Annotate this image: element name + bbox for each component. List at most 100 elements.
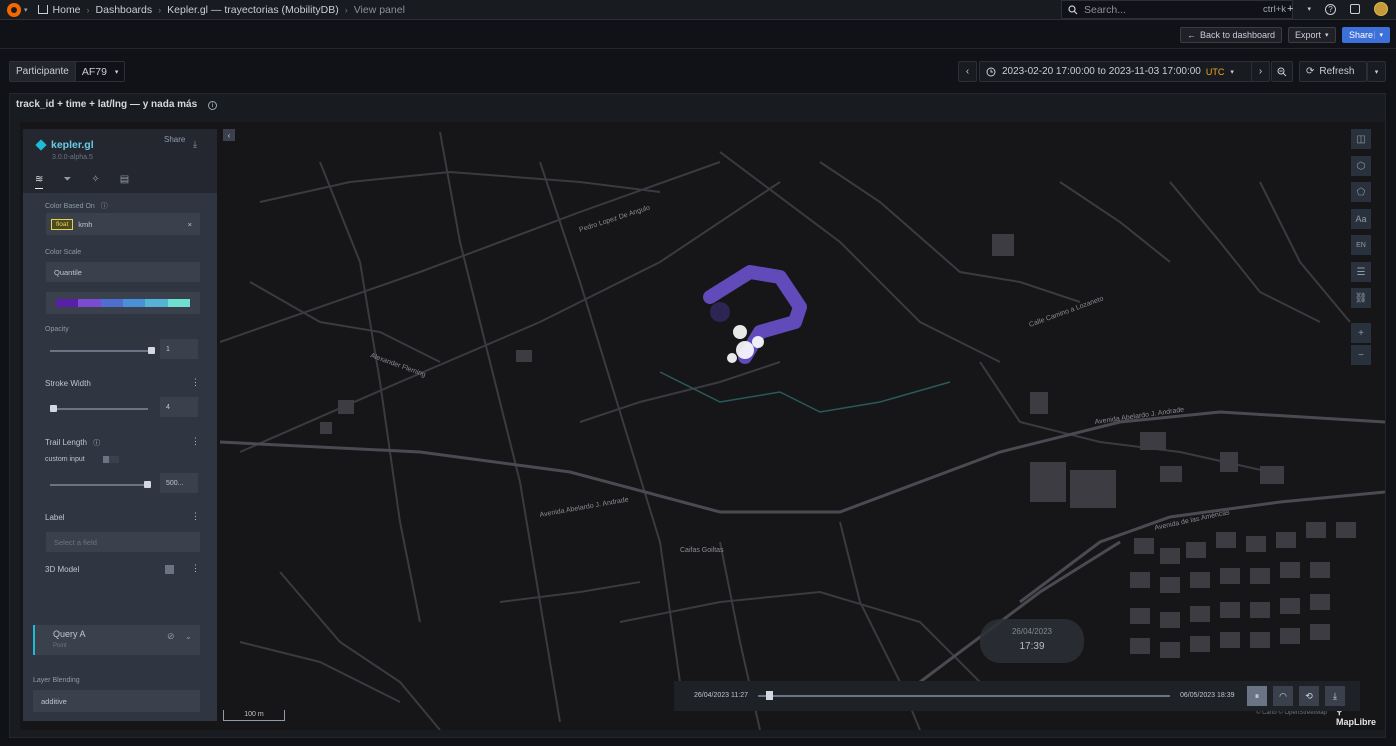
trail-length-slider[interactable] xyxy=(50,484,148,486)
time-back-button[interactable]: ‹ xyxy=(958,61,977,82)
clock-icon xyxy=(986,67,996,76)
breadcrumb-dashboards[interactable]: Dashboards xyxy=(96,4,153,16)
time-range-picker[interactable]: 2023-02-20 17:00:00 to 2023-11-03 17:00:… xyxy=(979,61,1253,82)
label-field-select[interactable]: Select a field xyxy=(46,532,200,552)
panel-title-text: track_id + time + lat/lng — y nada más xyxy=(16,99,198,110)
color-scale-select[interactable]: Quantile xyxy=(46,262,200,282)
avatar[interactable] xyxy=(1374,2,1388,16)
search-input[interactable]: Search... ctrl+k xyxy=(1061,0,1293,19)
timeline-end: 06/05/2023 18:39 xyxy=(1180,692,1235,699)
basemap-icon[interactable]: ▤ xyxy=(120,174,129,189)
opacity-label: Opacity xyxy=(45,326,69,333)
grafana-logo-icon[interactable] xyxy=(7,2,21,17)
palette-swatch xyxy=(145,299,168,307)
label-section-label: Label xyxy=(45,513,65,522)
top-navbar: ▾ Home › Dashboards › Kepler.gl — trayec… xyxy=(0,0,1396,20)
play-button[interactable]: ⏸ xyxy=(1247,686,1267,706)
more-options-icon[interactable]: ⋮ xyxy=(191,563,200,574)
participant-variable[interactable]: Participante AF79 ▾ xyxy=(9,61,126,82)
3d-view-button[interactable]: ⬡ xyxy=(1351,156,1371,176)
animation-window-button[interactable]: ⟲ xyxy=(1299,686,1319,706)
more-options-icon[interactable]: ⋮ xyxy=(191,436,200,447)
chevron-down-icon: ▾ xyxy=(1374,68,1379,76)
speed-button[interactable]: ◠ xyxy=(1273,686,1293,706)
participant-select[interactable]: AF79 ▾ xyxy=(75,62,125,81)
timeline-track[interactable] xyxy=(758,695,1170,697)
chevron-down-icon[interactable]: ▾ xyxy=(1307,5,1311,13)
color-based-on-label: Color Based On ⓘ xyxy=(45,201,108,211)
stroke-width-label: Stroke Width xyxy=(45,379,91,388)
refresh-icon: ⟳ xyxy=(1306,66,1315,77)
interactions-icon[interactable]: ✧ xyxy=(91,174,99,189)
3d-model-toggle[interactable] xyxy=(165,565,174,574)
layers-icon[interactable]: ≋ xyxy=(35,174,44,189)
info-icon[interactable]: ⓘ xyxy=(101,203,108,210)
refresh-button[interactable]: ⟳ Refresh xyxy=(1299,61,1367,82)
collapse-sidebar-button[interactable]: ‹ xyxy=(223,129,235,141)
custom-input-label: custom input xyxy=(45,456,85,463)
map-canvas[interactable]: Avenida Abelardo J. Andrade Avenida de l… xyxy=(20,122,1385,730)
home-icon[interactable] xyxy=(37,5,48,14)
stroke-width-slider[interactable] xyxy=(50,408,148,410)
filter-icon[interactable]: ⏷ xyxy=(63,174,71,189)
color-palette-select[interactable] xyxy=(46,292,200,314)
trail-length-slider-thumb[interactable] xyxy=(144,481,151,488)
stroke-width-input[interactable]: 4 xyxy=(160,397,198,417)
export-label: Export xyxy=(1295,30,1322,40)
timeline-start: 26/04/2023 11:27 xyxy=(694,692,748,699)
stroke-width-slider-thumb[interactable] xyxy=(50,405,57,412)
refresh-interval-dropdown[interactable]: ▾ xyxy=(1367,61,1386,82)
time-forward-button[interactable]: › xyxy=(1251,61,1270,82)
back-to-dashboard-button[interactable]: ← Back to dashboard xyxy=(1180,27,1283,43)
news-icon[interactable] xyxy=(1350,4,1360,14)
street-map: Avenida Abelardo J. Andrade Avenida de l… xyxy=(219,131,1385,730)
zoom-out-map-button[interactable]: − xyxy=(1351,345,1371,365)
opacity-slider[interactable] xyxy=(50,350,151,352)
link-button[interactable]: ⛓ xyxy=(1351,288,1371,308)
trail-length-input[interactable]: 500... xyxy=(160,473,198,493)
export-button[interactable]: Export ▾ xyxy=(1288,27,1336,43)
kepler-share-button[interactable]: Share xyxy=(164,135,185,144)
locale-button[interactable]: EN xyxy=(1351,235,1371,255)
opacity-slider-thumb[interactable] xyxy=(148,347,155,354)
eye-hidden-icon[interactable]: ⊘ xyxy=(167,631,175,642)
street-label: Calle Camino a Lozaneto xyxy=(1028,295,1104,328)
more-options-icon[interactable]: ⋮ xyxy=(191,511,200,522)
trail-length-value: 500... xyxy=(166,479,184,487)
color-palette xyxy=(56,299,190,307)
search-icon xyxy=(1068,4,1078,14)
breadcrumb-home[interactable]: Home xyxy=(53,4,81,16)
layer-blending-label: Layer Blending xyxy=(33,677,80,684)
query-layer-card[interactable]: Query A Point ⊘ ⌄ xyxy=(33,625,200,655)
share-button[interactable]: Share ▾ xyxy=(1342,27,1390,43)
chevron-down-icon[interactable]: ▾ xyxy=(24,6,28,14)
time-playback-bar: 26/04/2023 11:27 06/05/2023 18:39 ⏸ ◠ ⟲ … xyxy=(674,681,1360,711)
split-map-button[interactable]: ◫ xyxy=(1351,129,1371,149)
more-options-icon[interactable]: ⋮ xyxy=(191,377,200,388)
info-icon[interactable]: ⓘ xyxy=(93,440,100,447)
help-icon[interactable]: ? xyxy=(1325,3,1336,15)
color-scale-value: Quantile xyxy=(54,267,82,277)
zoom-in-button[interactable]: + xyxy=(1351,323,1371,343)
breadcrumb-dashboard[interactable]: Kepler.gl — trayectorias (MobilityDB) xyxy=(167,4,339,16)
legend-button[interactable]: ☰ xyxy=(1351,262,1371,282)
chevron-down-icon[interactable]: ⌄ xyxy=(185,632,192,641)
color-scale-label: Color Scale xyxy=(45,249,82,256)
info-icon[interactable]: i xyxy=(207,101,217,110)
export-video-button[interactable]: ⤓ xyxy=(1325,686,1345,706)
map-labels-button[interactable]: Aa xyxy=(1351,209,1371,229)
color-field-select[interactable]: float kmh × xyxy=(46,213,200,235)
timeline-handle[interactable] xyxy=(766,691,774,700)
opacity-value: 1 xyxy=(166,345,170,353)
zoom-out-button[interactable] xyxy=(1271,61,1293,82)
add-icon[interactable]: + xyxy=(1287,3,1293,15)
close-icon[interactable]: × xyxy=(188,220,192,229)
custom-input-toggle[interactable] xyxy=(103,456,119,463)
kepler-brand: kepler.gl xyxy=(51,139,94,151)
opacity-input[interactable]: 1 xyxy=(160,339,198,359)
download-icon[interactable]: ⤓ xyxy=(193,139,197,150)
draw-button[interactable]: ⬠ xyxy=(1351,182,1371,202)
kepler-header: kepler.gl 3.0.0-alpha.5 Share ⤓ ≋ ⏷ ✧ ▤ xyxy=(23,129,217,193)
participant-value: AF79 xyxy=(81,65,107,78)
layer-blending-select[interactable]: additive xyxy=(33,690,200,712)
